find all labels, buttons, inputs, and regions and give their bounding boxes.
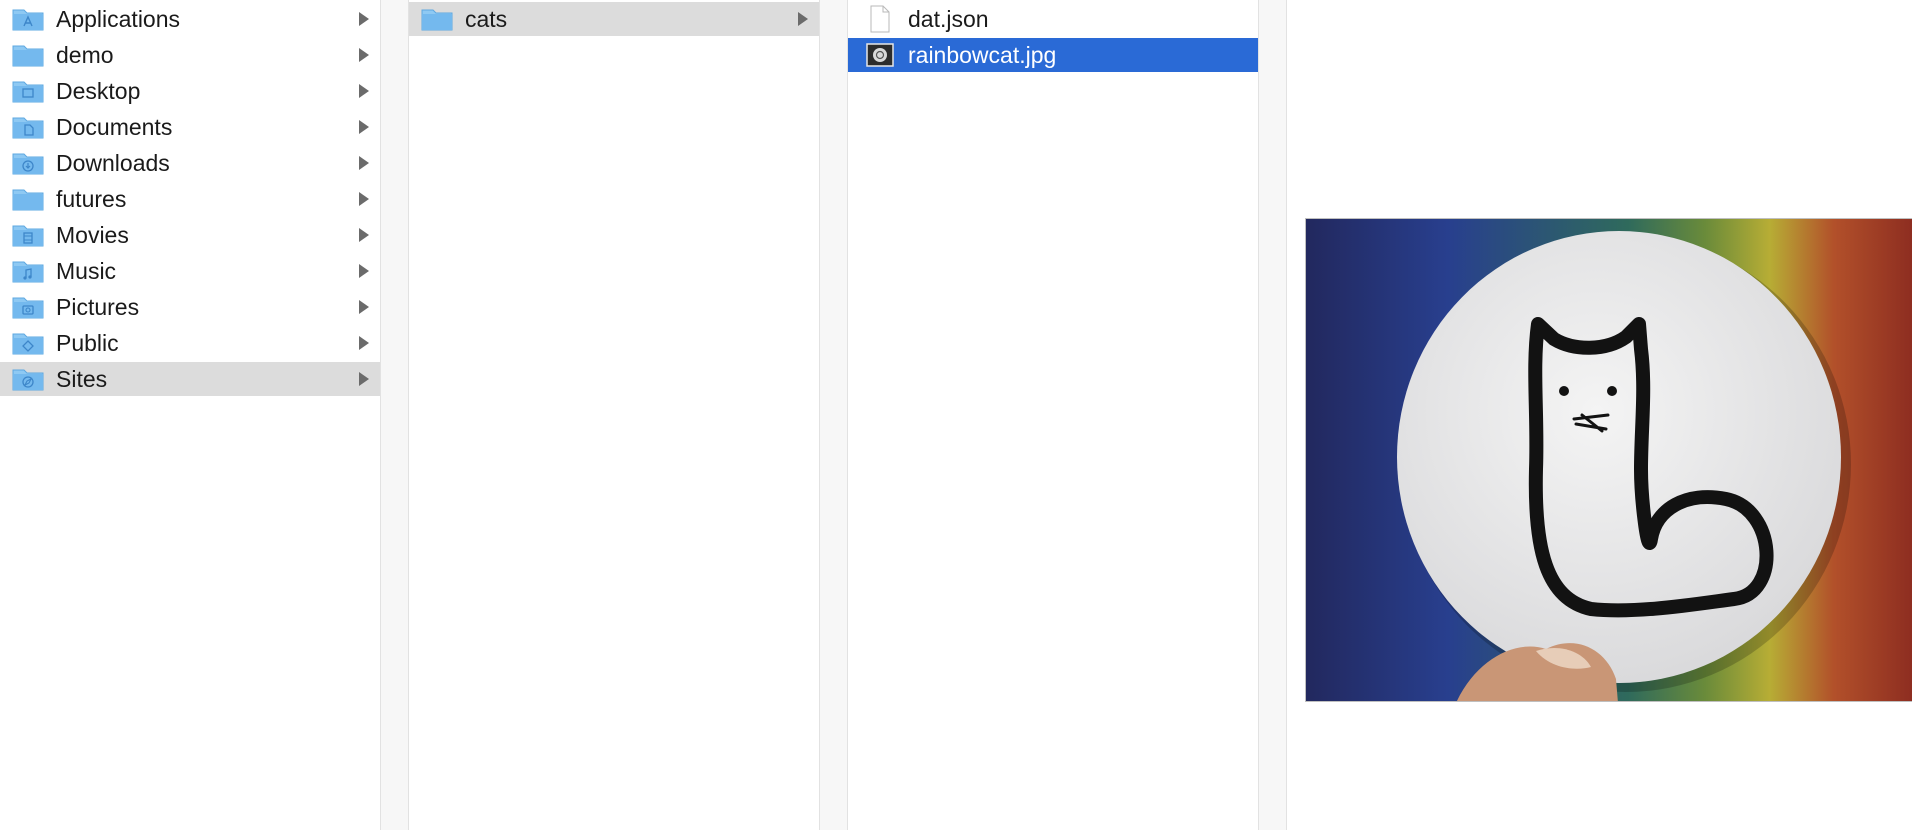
row-label: Movies xyxy=(56,221,129,248)
disclosure-arrow-icon xyxy=(356,12,380,26)
row-label: Applications xyxy=(56,5,181,32)
row-label: Downloads xyxy=(56,149,170,176)
row-documents[interactable]: Documents xyxy=(0,110,380,144)
disclosure-arrow-icon xyxy=(356,300,380,314)
document-icon xyxy=(864,5,896,33)
row-futures[interactable]: futures xyxy=(0,182,380,216)
folder-applications-icon xyxy=(12,6,44,32)
row-label: Desktop xyxy=(56,77,141,104)
image-file-icon xyxy=(864,42,896,68)
disclosure-arrow-icon xyxy=(356,120,380,134)
row-label: Music xyxy=(56,257,117,284)
folder-sites-icon xyxy=(12,366,44,392)
folder-icon xyxy=(12,186,44,212)
row-sites[interactable]: Sites xyxy=(0,362,380,396)
disclosure-arrow-icon xyxy=(356,372,380,386)
row-movies[interactable]: Movies xyxy=(0,218,380,252)
row-label: Public xyxy=(56,329,119,356)
disclosure-arrow-icon xyxy=(356,264,380,278)
column-sites: cats xyxy=(409,0,820,830)
row-pictures[interactable]: Pictures xyxy=(0,290,380,324)
row-downloads[interactable]: Downloads xyxy=(0,146,380,180)
disclosure-arrow-icon xyxy=(356,84,380,98)
disclosure-arrow-icon xyxy=(356,48,380,62)
row-applications[interactable]: Applications xyxy=(0,2,380,36)
row-label: futures xyxy=(56,185,127,212)
folder-documents-icon xyxy=(12,114,44,140)
row-label: rainbowcat.jpg xyxy=(908,41,1057,68)
folder-music-icon xyxy=(12,258,44,284)
row-label: Pictures xyxy=(56,293,140,320)
column-divider[interactable] xyxy=(1259,0,1287,830)
row-dat-json[interactable]: dat.json xyxy=(848,2,1258,36)
row-public[interactable]: Public xyxy=(0,326,380,360)
preview-pane xyxy=(1287,0,1912,830)
disclosure-arrow-icon xyxy=(356,336,380,350)
row-label: cats xyxy=(465,5,508,32)
disclosure-arrow-icon xyxy=(795,12,819,26)
row-label: Sites xyxy=(56,365,108,392)
column-cats: dat.json rainbowcat.jpg xyxy=(848,0,1259,830)
folder-desktop-icon xyxy=(12,78,44,104)
row-label: dat.json xyxy=(908,5,989,32)
folder-icon xyxy=(12,42,44,68)
folder-pictures-icon xyxy=(12,294,44,320)
disclosure-arrow-icon xyxy=(356,192,380,206)
column-home: Applications demo Desktop Documents Down… xyxy=(0,0,381,830)
folder-icon xyxy=(421,6,453,32)
row-demo[interactable]: demo xyxy=(0,38,380,72)
column-divider[interactable] xyxy=(820,0,848,830)
disclosure-arrow-icon xyxy=(356,156,380,170)
disclosure-arrow-icon xyxy=(356,228,380,242)
row-music[interactable]: Music xyxy=(0,254,380,288)
folder-movies-icon xyxy=(12,222,44,248)
folder-public-icon xyxy=(12,330,44,356)
row-rainbowcat-jpg[interactable]: rainbowcat.jpg xyxy=(848,38,1258,72)
finder-column-browser: Applications demo Desktop Documents Down… xyxy=(0,0,1912,830)
row-label: Documents xyxy=(56,113,173,140)
row-label: demo xyxy=(56,41,114,68)
row-cats[interactable]: cats xyxy=(409,2,819,36)
row-desktop[interactable]: Desktop xyxy=(0,74,380,108)
folder-downloads-icon xyxy=(12,150,44,176)
column-divider[interactable] xyxy=(381,0,409,830)
image-preview xyxy=(1305,218,1912,702)
